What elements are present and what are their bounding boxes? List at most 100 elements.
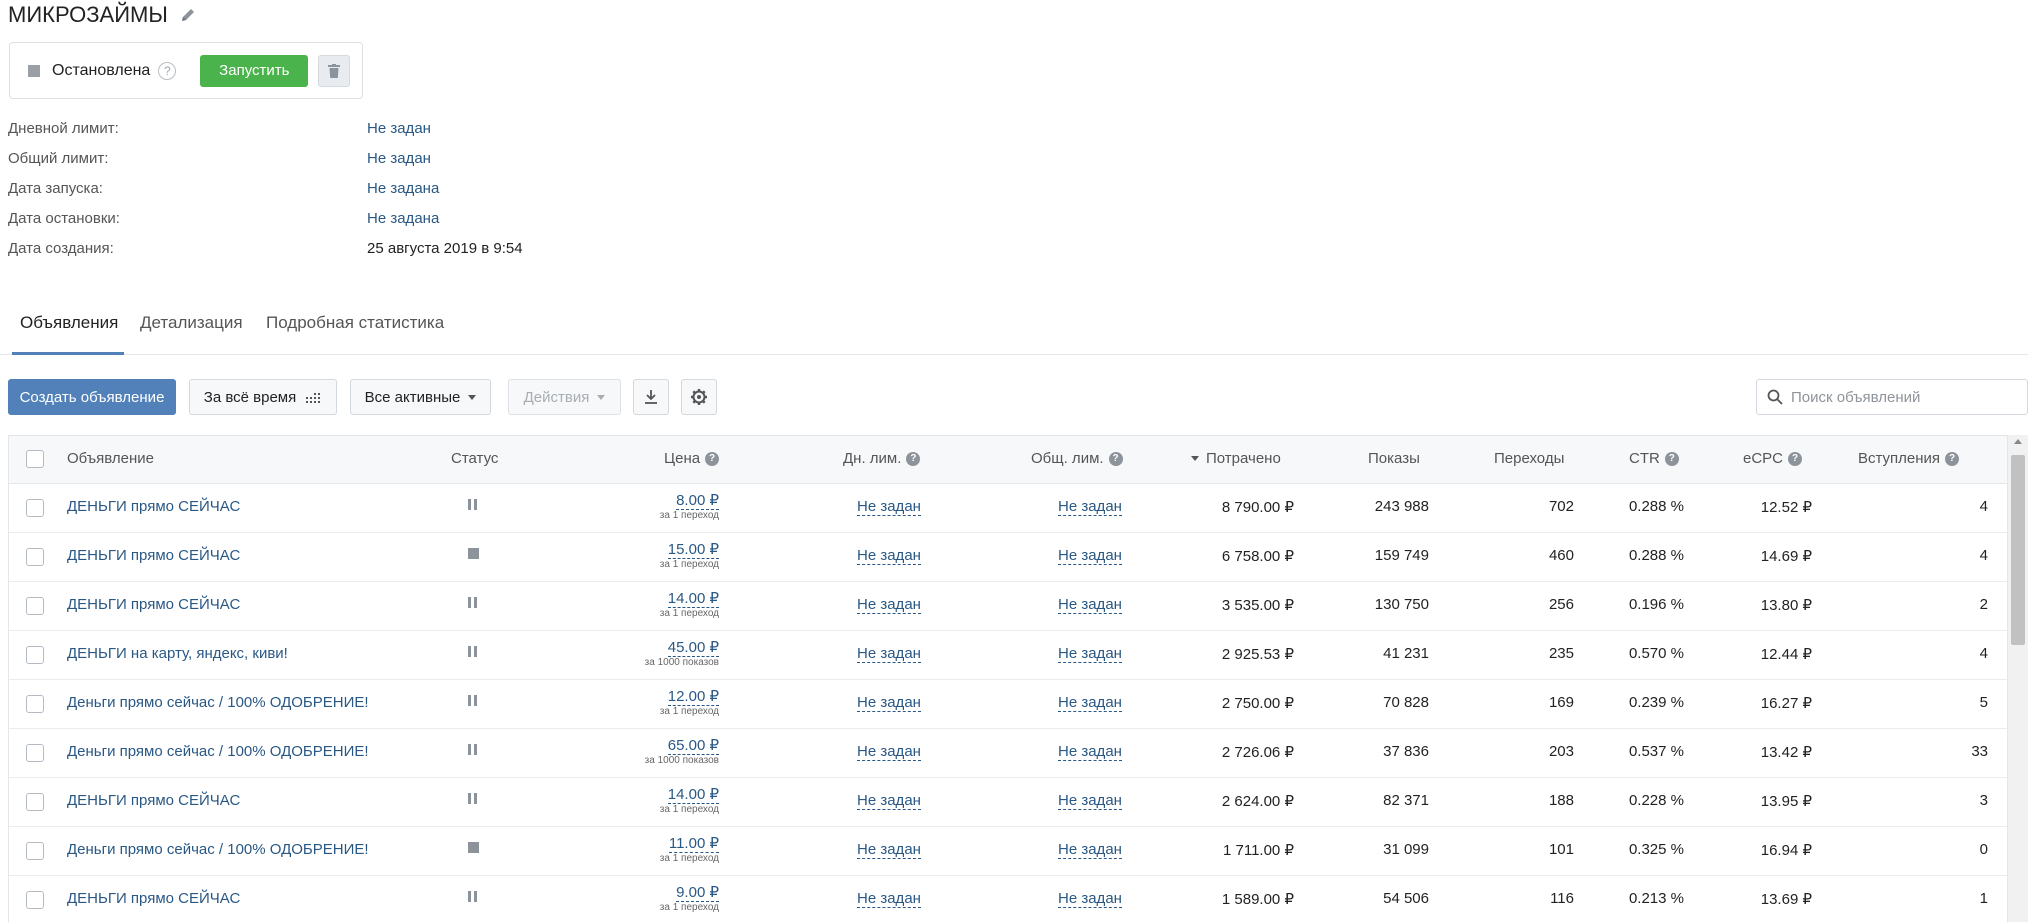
period-button[interactable]: За всё время	[189, 379, 337, 415]
create-ad-button[interactable]: Создать объявление	[8, 379, 176, 415]
table-row[interactable]: ДЕНЬГИ прямо СЕЙЧАС 14.00 ₽ за 1 переход Не…	[9, 582, 2007, 631]
day-limit-link[interactable]: Не задан	[367, 120, 431, 137]
total-limit-link[interactable]: Не задан	[367, 150, 431, 167]
header-day-limit[interactable]: Дн. лим.?	[843, 450, 921, 467]
header-price[interactable]: Цена?	[664, 450, 720, 467]
status-filter-dropdown[interactable]: Все активные	[350, 379, 491, 415]
day-limit-link[interactable]: Не задан	[857, 645, 921, 663]
tab-ads[interactable]: Объявления	[20, 313, 118, 333]
header-joins[interactable]: Вступления?	[1858, 450, 1960, 467]
day-limit-link[interactable]: Не задан	[857, 498, 921, 516]
total-limit-link[interactable]: Не задан	[1058, 841, 1122, 859]
header-ecpc[interactable]: eCPC?	[1743, 450, 1803, 467]
status-cell[interactable]	[468, 840, 479, 857]
help-icon[interactable]: ?	[1945, 451, 1960, 466]
actions-dropdown[interactable]: Действия	[508, 379, 621, 415]
total-limit-link[interactable]: Не задан	[1058, 498, 1122, 516]
start-date-link[interactable]: Не задана	[367, 180, 439, 197]
header-clicks[interactable]: Переходы	[1494, 450, 1564, 467]
search-input[interactable]	[1791, 388, 2011, 406]
pencil-icon[interactable]	[180, 7, 196, 23]
help-icon[interactable]: ?	[158, 61, 177, 80]
day-limit-link[interactable]: Не задан	[857, 596, 921, 614]
status-cell[interactable]	[468, 595, 477, 612]
help-icon[interactable]: ?	[705, 451, 720, 466]
vertical-scrollbar[interactable]	[2008, 435, 2028, 922]
day-limit-link[interactable]: Не задан	[857, 547, 921, 565]
total-limit-link[interactable]: Не задан	[1058, 743, 1122, 761]
price-link[interactable]: 8.00 ₽	[676, 492, 719, 510]
ad-title-link[interactable]: Деньги прямо сейчас / 100% ОДОБРЕНИЕ!	[67, 694, 369, 711]
price-link[interactable]: 14.00 ₽	[667, 786, 719, 804]
row-checkbox[interactable]	[26, 695, 44, 713]
ad-title-link[interactable]: Деньги прямо сейчас / 100% ОДОБРЕНИЕ!	[67, 743, 369, 760]
table-row[interactable]: ДЕНЬГИ прямо СЕЙЧАС 15.00 ₽ за 1 переход Не…	[9, 533, 2007, 582]
ad-title-link[interactable]: Деньги прямо сейчас / 100% ОДОБРЕНИЕ!	[67, 841, 369, 858]
header-status[interactable]: Статус	[451, 450, 498, 467]
day-limit-link[interactable]: Не задан	[857, 694, 921, 712]
row-checkbox[interactable]	[26, 842, 44, 860]
table-row[interactable]: ДЕНЬГИ прямо СЕЙЧАС 14.00 ₽ за 1 переход Не…	[9, 778, 2007, 827]
download-button[interactable]	[633, 379, 669, 415]
total-limit-link[interactable]: Не задан	[1058, 792, 1122, 810]
tab-statistics[interactable]: Подробная статистика	[266, 313, 444, 333]
table-row[interactable]: ДЕНЬГИ на карту, яндекс, киви! 45.00 ₽ за …	[9, 631, 2007, 680]
header-ad[interactable]: Объявление	[67, 450, 154, 467]
help-icon[interactable]: ?	[1788, 451, 1803, 466]
status-cell[interactable]	[468, 889, 477, 906]
ad-title-link[interactable]: ДЕНЬГИ прямо СЕЙЧАС	[67, 792, 240, 809]
ad-title-link[interactable]: ДЕНЬГИ прямо СЕЙЧАС	[67, 547, 240, 564]
price-link[interactable]: 11.00 ₽	[668, 835, 719, 853]
day-limit-link[interactable]: Не задан	[857, 890, 921, 908]
table-row[interactable]: Деньги прямо сейчас / 100% ОДОБРЕНИЕ! 65.…	[9, 729, 2007, 778]
price-link[interactable]: 65.00 ₽	[667, 737, 719, 755]
help-icon[interactable]: ?	[1108, 451, 1123, 466]
tab-details[interactable]: Детализация	[140, 313, 243, 333]
delete-button[interactable]	[318, 54, 351, 87]
help-icon[interactable]: ?	[1664, 451, 1679, 466]
price-link[interactable]: 45.00 ₽	[667, 639, 719, 657]
select-all-checkbox[interactable]	[26, 450, 44, 468]
price-link[interactable]: 14.00 ₽	[667, 590, 719, 608]
status-cell[interactable]	[468, 693, 477, 710]
stop-date-link[interactable]: Не задана	[367, 210, 439, 227]
settings-button[interactable]	[681, 379, 717, 415]
total-limit-link[interactable]: Не задан	[1058, 596, 1122, 614]
table-row[interactable]: ДЕНЬГИ прямо СЕЙЧАС 9.00 ₽ за 1 переход Не …	[9, 876, 2007, 922]
day-limit-link[interactable]: Не задан	[857, 743, 921, 761]
status-cell[interactable]	[468, 644, 477, 661]
price-link[interactable]: 9.00 ₽	[676, 884, 719, 902]
status-cell[interactable]	[468, 497, 477, 514]
scroll-up-arrow-icon[interactable]	[2014, 439, 2022, 444]
day-limit-link[interactable]: Не задан	[857, 792, 921, 810]
table-row[interactable]: Деньги прямо сейчас / 100% ОДОБРЕНИЕ! 12.…	[9, 680, 2007, 729]
ad-title-link[interactable]: ДЕНЬГИ на карту, яндекс, киви!	[67, 645, 288, 662]
price-link[interactable]: 12.00 ₽	[667, 688, 719, 706]
scroll-thumb[interactable]	[2011, 455, 2025, 645]
row-checkbox[interactable]	[26, 548, 44, 566]
price-link[interactable]: 15.00 ₽	[667, 541, 719, 559]
status-cell[interactable]	[468, 791, 477, 808]
total-limit-link[interactable]: Не задан	[1058, 694, 1122, 712]
row-checkbox[interactable]	[26, 744, 44, 762]
start-button[interactable]: Запустить	[200, 54, 309, 87]
header-impressions[interactable]: Показы	[1368, 450, 1420, 467]
total-limit-link[interactable]: Не задан	[1058, 547, 1122, 565]
ad-title-link[interactable]: ДЕНЬГИ прямо СЕЙЧАС	[67, 890, 240, 907]
total-limit-link[interactable]: Не задан	[1058, 645, 1122, 663]
row-checkbox[interactable]	[26, 597, 44, 615]
status-cell[interactable]	[468, 742, 477, 759]
row-checkbox[interactable]	[26, 499, 44, 517]
ad-title-link[interactable]: ДЕНЬГИ прямо СЕЙЧАС	[67, 596, 240, 613]
row-checkbox[interactable]	[26, 793, 44, 811]
day-limit-link[interactable]: Не задан	[857, 841, 921, 859]
header-total-limit[interactable]: Общ. лим.?	[1031, 450, 1123, 467]
header-ctr[interactable]: CTR?	[1629, 450, 1679, 467]
ad-title-link[interactable]: ДЕНЬГИ прямо СЕЙЧАС	[67, 498, 240, 515]
header-spent[interactable]: Потрачено	[1191, 450, 1281, 467]
status-cell[interactable]	[468, 546, 479, 563]
total-limit-link[interactable]: Не задан	[1058, 890, 1122, 908]
table-row[interactable]: Деньги прямо сейчас / 100% ОДОБРЕНИЕ! 11.…	[9, 827, 2007, 876]
row-checkbox[interactable]	[26, 891, 44, 909]
table-row[interactable]: ДЕНЬГИ прямо СЕЙЧАС 8.00 ₽ за 1 переход Не …	[9, 484, 2007, 533]
